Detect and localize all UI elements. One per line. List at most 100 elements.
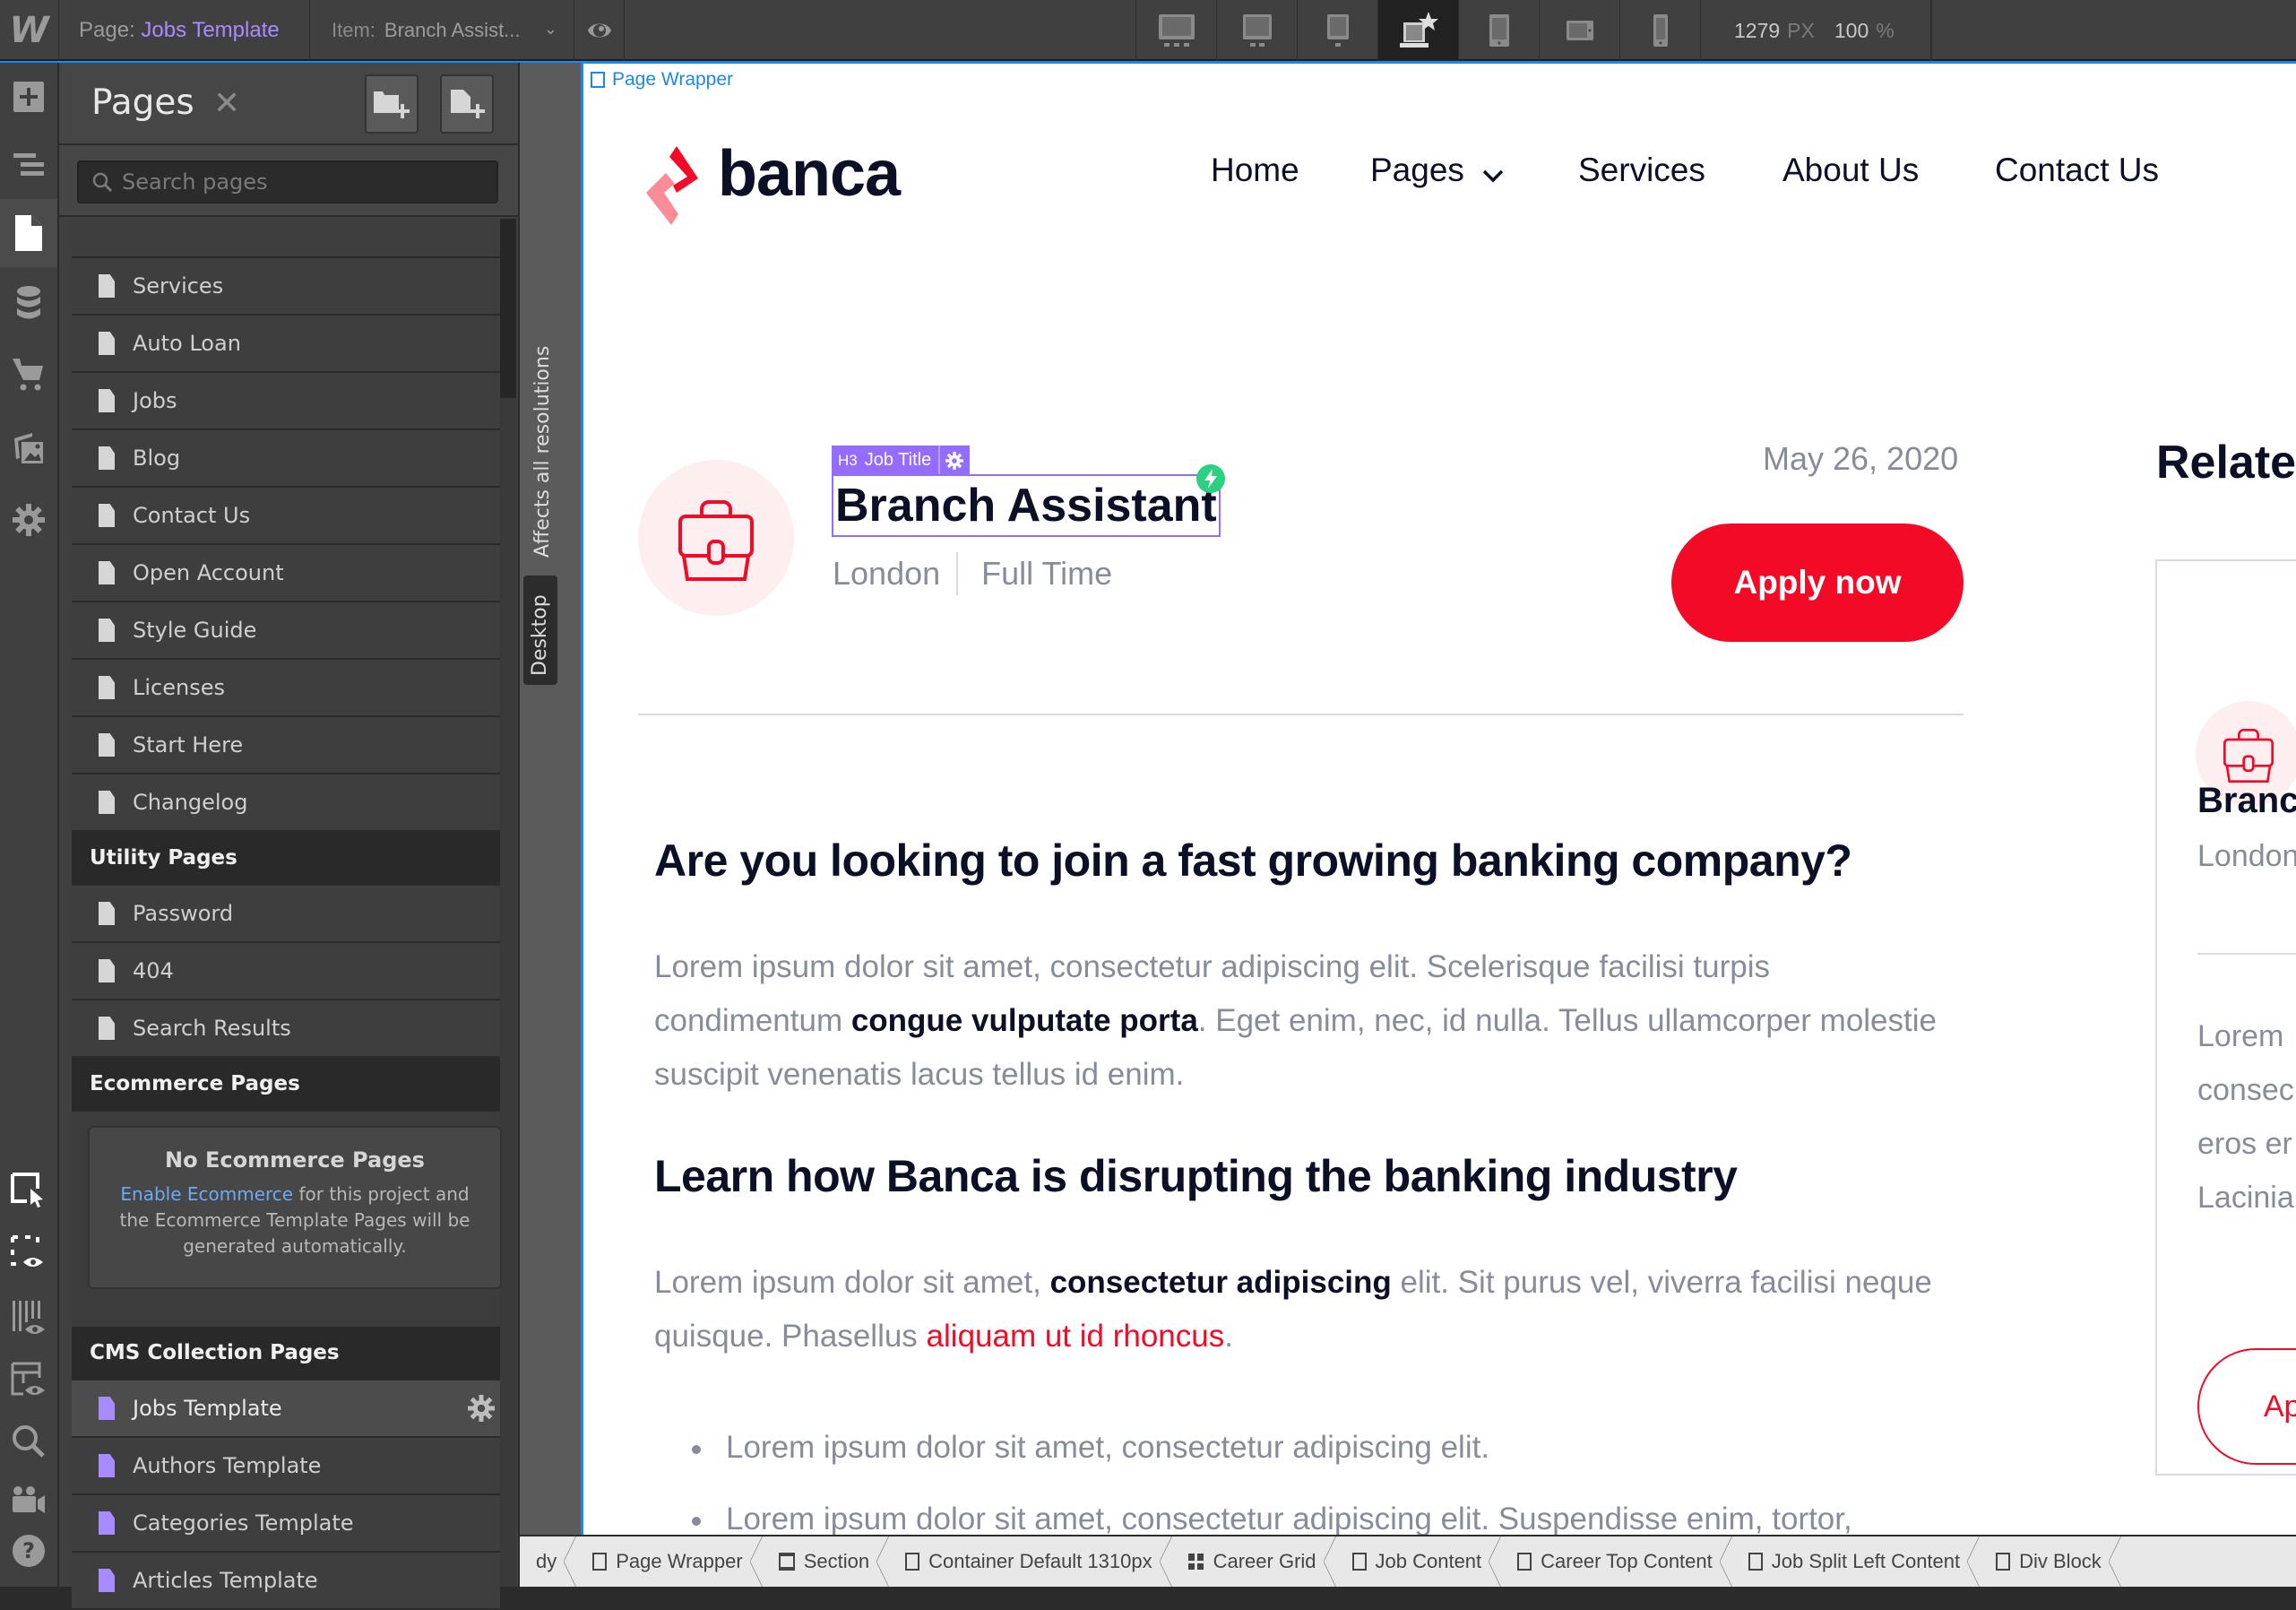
cms-item-selector[interactable]: Item: Branch Assist... ⌄	[310, 0, 574, 61]
laptop-star-icon	[1399, 12, 1438, 48]
close-panel-button[interactable]: ✕	[213, 84, 240, 122]
pages-button[interactable]	[0, 199, 57, 267]
para-text: .	[1224, 1319, 1233, 1354]
cms-page-icon	[99, 1397, 115, 1420]
job-title-heading[interactable]: Branch Assistant	[832, 474, 1221, 537]
breadcrumb-body[interactable]: dy	[520, 1536, 577, 1587]
nav-about-us[interactable]: About Us	[1782, 151, 1919, 189]
page-row[interactable]: Jobs	[72, 373, 500, 430]
xray-button[interactable]	[0, 1284, 57, 1352]
breadcrumb-career-grid[interactable]: Career Grid	[1172, 1536, 1336, 1587]
page-row[interactable]: Style Guide	[72, 602, 500, 660]
utility-pages-heading[interactable]: Utility Pages	[72, 832, 500, 886]
breakpoint-desktop-l[interactable]	[1298, 0, 1378, 61]
nav-home[interactable]: Home	[1211, 151, 1299, 189]
cms-page-row-selected[interactable]: Jobs Template	[72, 1381, 500, 1438]
breakpoint-tablet[interactable]	[1459, 0, 1540, 61]
breakpoint-desktop-base[interactable]	[1378, 0, 1459, 61]
page-row[interactable]: Password	[72, 886, 500, 943]
breakpoint-mobile-landscape[interactable]	[1540, 0, 1620, 61]
breadcrumb-label: Career Top Content	[1541, 1550, 1713, 1572]
add-panel-button[interactable]	[0, 63, 57, 131]
assets-button[interactable]	[0, 414, 57, 482]
pages-scrollbar-track[interactable]	[500, 219, 516, 1587]
div-block-icon	[1996, 1553, 2011, 1571]
cms-pages-heading[interactable]: CMS Collection Pages	[72, 1327, 500, 1381]
help-button[interactable]: ?	[0, 1517, 57, 1585]
breakpoint-switcher	[1135, 0, 1701, 61]
briefcase-icon	[2223, 729, 2274, 783]
audit-button[interactable]	[0, 1346, 57, 1415]
design-canvas[interactable]: Page Wrapper banca Home Pages Services A…	[581, 64, 2296, 1535]
apply-now-button[interactable]: Apply now	[1671, 524, 1964, 642]
page-selector[interactable]: Page: Jobs Template	[59, 0, 310, 61]
breakpoint-desktop-xxl[interactable]	[1136, 0, 1217, 61]
cms-page-row[interactable]: Categories Template	[72, 1495, 500, 1553]
pages-scrollbar-thumb[interactable]	[500, 219, 516, 398]
assets-icon	[14, 433, 43, 463]
page-settings-button[interactable]	[468, 1395, 495, 1426]
folder-plus-icon	[374, 91, 410, 118]
element-settings-button[interactable]	[938, 446, 964, 475]
related-apply-button[interactable]: Ap	[2197, 1348, 2296, 1465]
preview-outlines-button[interactable]	[0, 1219, 57, 1287]
add-page-button[interactable]	[440, 74, 494, 134]
cms-page-row[interactable]: Articles Template	[72, 1553, 500, 1610]
job-location: London	[833, 555, 941, 592]
select-mode-button[interactable]	[0, 1156, 57, 1225]
breadcrumb-div-block[interactable]: Div Block	[1980, 1536, 2121, 1587]
nav-pages[interactable]: Pages	[1370, 151, 1464, 189]
cms-bound-indicator[interactable]	[1196, 464, 1225, 493]
navigator-button[interactable]	[0, 131, 57, 199]
breakpoint-desktop-xl[interactable]	[1217, 0, 1298, 61]
page-label: Jobs	[133, 388, 177, 413]
add-folder-button[interactable]	[365, 74, 419, 134]
page-icon	[99, 274, 115, 298]
page-row[interactable]: Blog	[72, 430, 500, 488]
breadcrumb-section[interactable]: Section	[763, 1536, 890, 1587]
ecommerce-button[interactable]	[0, 341, 57, 409]
breakpoint-info-strip: Affects all resolutions	[520, 63, 581, 1535]
page-row[interactable]: Auto Loan	[72, 316, 500, 373]
page-label: Authors Template	[133, 1453, 322, 1478]
page-row[interactable]: Open Account	[72, 545, 500, 602]
enable-ecommerce-link[interactable]: Enable Ecommerce	[120, 1183, 293, 1205]
element-breadcrumbs: dy Page Wrapper Section Container Defaul…	[520, 1535, 2296, 1587]
affects-all-resolutions-label: Affects all resolutions	[531, 345, 554, 558]
search-pages-input[interactable]: Search pages	[77, 160, 498, 203]
preview-button[interactable]	[574, 0, 625, 61]
breadcrumb-container[interactable]: Container Default 1310px	[889, 1536, 1172, 1587]
webflow-logo[interactable]: W	[0, 0, 59, 61]
related-job-card[interactable]: Branc London Lorem consec eros er Lacini…	[2155, 559, 2296, 1476]
settings-gear-icon	[13, 504, 45, 536]
nav-services[interactable]: Services	[1578, 151, 1705, 189]
page-row[interactable]: Contact Us	[72, 488, 500, 545]
page-row[interactable]: Services	[72, 258, 500, 316]
selection-tag[interactable]: H3 Job Title	[832, 446, 971, 475]
ecommerce-pages-heading[interactable]: Ecommerce Pages	[72, 1058, 500, 1112]
nav-contact-us[interactable]: Contact Us	[1995, 151, 2159, 189]
breakpoint-mobile-portrait[interactable]	[1620, 0, 1701, 61]
para-link[interactable]: aliquam ut id rhoncus	[927, 1319, 1225, 1354]
breadcrumb-page-wrapper[interactable]: Page Wrapper	[576, 1536, 764, 1587]
select-cursor-icon	[11, 1173, 43, 1208]
page-row[interactable]: Licenses	[72, 660, 500, 717]
cms-button[interactable]	[0, 269, 57, 337]
page-value: Jobs Template	[141, 18, 280, 42]
page-icon	[99, 561, 115, 584]
search-button[interactable]	[0, 1407, 57, 1476]
page-row[interactable]: Search Results	[72, 1000, 500, 1058]
breadcrumb-job-content[interactable]: Job Content	[1336, 1536, 1502, 1587]
breadcrumb-career-top-content[interactable]: Career Top Content	[1501, 1536, 1732, 1587]
page-row[interactable]: 404	[72, 943, 500, 1000]
settings-button[interactable]	[0, 486, 57, 554]
brand-name[interactable]: banca	[718, 137, 901, 211]
breadcrumb-job-split-left[interactable]: Job Split Left Content	[1732, 1536, 1981, 1587]
cms-page-icon	[99, 1569, 115, 1592]
page-row[interactable]: Changelog	[72, 775, 500, 832]
page-row[interactable]: Start Here	[72, 717, 500, 775]
related-jobs-heading: Relate	[2156, 437, 2296, 489]
cms-page-row[interactable]: Authors Template	[72, 1438, 500, 1495]
excerpt-line: eros er	[2197, 1127, 2292, 1161]
ecommerce-empty-title: No Ecommerce Pages	[165, 1147, 425, 1173]
